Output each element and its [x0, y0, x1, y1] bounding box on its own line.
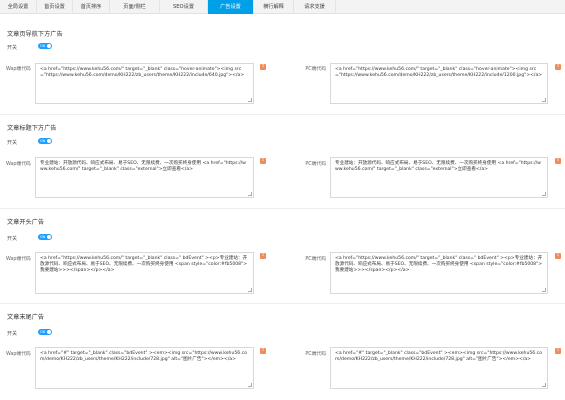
warning-icon: !: [555, 158, 561, 164]
warning-icon: !: [260, 64, 266, 70]
section-title: 文章末尾广告: [7, 314, 45, 321]
pc-code-textarea[interactable]: <a href="https://www.kehu56.com/" target…: [330, 252, 548, 294]
toggle-state-text: ON: [40, 330, 46, 334]
enable-toggle[interactable]: ON: [38, 329, 52, 335]
wap-code-label: Wap端代码: [6, 162, 31, 167]
wap-code-textarea[interactable]: <a href="#" target="_blank" class="bdEve…: [35, 347, 254, 389]
pc-code-textarea[interactable]: <a href="#" target="_blank" class="bdEve…: [330, 347, 548, 389]
resize-handle[interactable]: [248, 98, 252, 102]
wap-code-textarea[interactable]: <a href="https://www.kehu56.com/" target…: [35, 63, 254, 104]
tab-explanation[interactable]: 横行解释: [254, 0, 294, 14]
pc-code-text: <a href="https://www.kehu56.com/" target…: [335, 67, 543, 79]
resize-handle[interactable]: [542, 288, 546, 292]
pc-code-label: PC端代码: [305, 162, 326, 167]
toggle-state-text: ON: [40, 44, 46, 48]
resize-handle[interactable]: [248, 192, 252, 196]
wap-code-text: 专业建站：开放源代码、响应式布局、易于SEO、无限续费、一次购买终身使用 <a …: [40, 161, 246, 173]
wap-code-label: Wap端代码: [6, 257, 31, 262]
wap-code-text: <a href="#" target="_blank" class="bdEve…: [40, 351, 248, 363]
section-divider: [0, 303, 565, 304]
wap-code-textarea[interactable]: 专业建站：开放源代码、响应式布局、易于SEO、无限续费、一次购买终身使用 <a …: [35, 157, 254, 198]
toggle-state-text: ON: [40, 235, 46, 239]
pc-code-text: <a href="https://www.kehu56.com/" target…: [335, 256, 543, 274]
tab-global-settings[interactable]: 全局设置: [0, 0, 37, 14]
resize-handle[interactable]: [542, 192, 546, 196]
section-title: 文章页导航下方广告: [7, 31, 63, 38]
section-title: 文章标题下方广告: [7, 125, 57, 132]
enable-toggle[interactable]: ON: [38, 138, 52, 144]
tab-seo-settings[interactable]: SEO设置: [160, 0, 208, 14]
wap-code-label: Wap端代码: [6, 352, 31, 357]
resize-handle[interactable]: [542, 383, 546, 387]
wap-code-text: <a href="https://www.kehu56.com/" target…: [40, 67, 245, 79]
warning-icon: !: [260, 348, 266, 354]
warning-icon: !: [260, 253, 266, 259]
pc-code-textarea[interactable]: <a href="https://www.kehu56.com/" target…: [330, 63, 548, 104]
tab-home-settings[interactable]: 首页设置: [37, 0, 73, 14]
enable-toggle[interactable]: ON: [38, 43, 52, 49]
pc-code-text: 专业建站：开放源代码、响应式布局、易于SEO、无限续费、一次购买终身使用 <a …: [335, 161, 541, 173]
warning-icon: !: [555, 64, 561, 70]
tab-home-sort[interactable]: 首页排序: [73, 0, 110, 14]
pc-code-label: PC端代码: [305, 352, 326, 357]
resize-handle[interactable]: [248, 288, 252, 292]
resize-handle[interactable]: [542, 98, 546, 102]
toggle-knob: [47, 330, 51, 334]
section-title: 文章开头广告: [7, 219, 45, 226]
toggle-knob: [47, 139, 51, 143]
pc-code-label: PC端代码: [305, 257, 326, 262]
pc-code-text: <a href="#" target="_blank" class="bdEve…: [335, 351, 543, 363]
enable-toggle[interactable]: ON: [38, 234, 52, 240]
pc-code-label: PC端代码: [305, 67, 326, 72]
wap-code-text: <a href="https://www.kehu56.com/" target…: [40, 256, 248, 274]
switch-label: 开关: [7, 45, 18, 51]
pc-code-textarea[interactable]: 专业建站：开放源代码、响应式布局、易于SEO、无限续费、一次购买终身使用 <a …: [330, 157, 548, 198]
section-divider: [0, 208, 565, 209]
section-divider: [0, 114, 565, 115]
toggle-knob: [47, 44, 51, 48]
toggle-knob: [47, 235, 51, 239]
wap-code-label: Wap端代码: [6, 67, 31, 72]
warning-icon: !: [555, 348, 561, 354]
wap-code-textarea[interactable]: <a href="https://www.kehu56.com/" target…: [35, 252, 254, 294]
tab-page-sidebar[interactable]: 页面/侧栏: [110, 0, 160, 14]
switch-label: 开关: [7, 331, 18, 337]
resize-handle[interactable]: [248, 383, 252, 387]
tab-request-support[interactable]: 请求支援: [294, 0, 336, 14]
tab-ad-settings[interactable]: 广告设置: [208, 0, 254, 14]
warning-icon: !: [260, 158, 266, 164]
warning-icon: !: [555, 253, 561, 259]
switch-label: 开关: [7, 140, 18, 146]
tab-bar: 全局设置 首页设置 首页排序 页面/侧栏 SEO设置 广告设置 横行解释 请求支…: [0, 0, 565, 14]
toggle-state-text: ON: [40, 139, 46, 143]
switch-label: 开关: [7, 236, 18, 242]
